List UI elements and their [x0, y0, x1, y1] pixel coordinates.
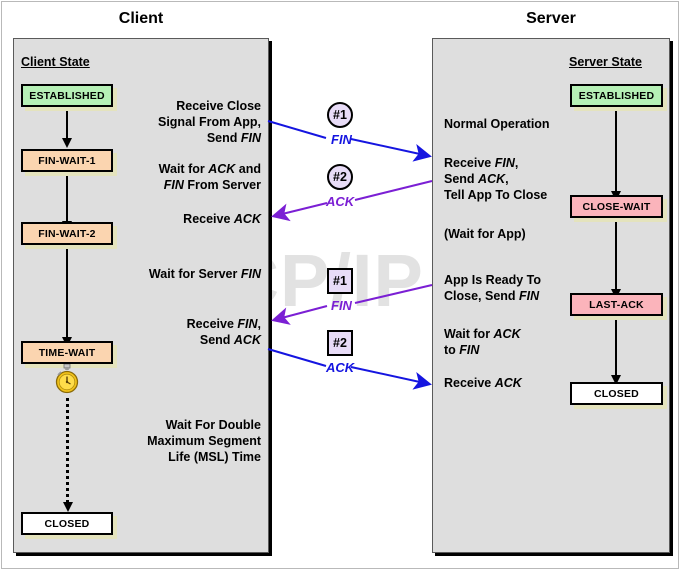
server-column-title: Server	[526, 10, 576, 27]
client-note-wait-msl: Wait For Double Maximum Segment Life (MSL)…	[147, 418, 261, 464]
server-note-wait-for-app: (Wait for App)	[444, 227, 526, 241]
server-note-app-ready-to-close: App Is Ready To Close, Send FIN	[444, 273, 542, 303]
server-note-receive-fin: Receive FIN, Send ACK, Tell App To Close	[444, 156, 548, 202]
message-badge-3: #1	[327, 268, 353, 294]
server-state-heading: Server State	[569, 55, 642, 69]
message-label-4-ack: ACK	[326, 360, 355, 375]
client-note-receive-ack: Receive ACK	[183, 212, 261, 226]
server-state-last-ack: LAST-ACK	[570, 293, 663, 316]
message-badge-4: #2	[327, 330, 353, 356]
client-flow-arrow-2	[62, 175, 72, 231]
tcp-close-diagram: The TCP/IP Guide Client Server Client St…	[0, 0, 682, 572]
client-note-wait-for-ack-fin: Wait for ACK and FIN From Server	[158, 162, 261, 192]
server-state-established: ESTABLISHED	[570, 84, 663, 107]
message-label-1-fin: FIN	[331, 132, 352, 147]
stopwatch-icon	[54, 363, 80, 399]
client-state-heading: Client State	[21, 55, 90, 69]
client-flow-arrow-4	[63, 398, 73, 512]
client-note-receive-fin-send-ack: Receive FIN, Send ACK	[186, 317, 261, 347]
server-flow-arrow-1	[611, 110, 621, 201]
client-state-established: ESTABLISHED	[21, 84, 113, 107]
client-state-fin-wait-2: FIN-WAIT-2	[21, 222, 113, 245]
client-flow-arrow-3	[62, 248, 72, 347]
server-note-normal-operation: Normal Operation	[444, 117, 550, 131]
client-state-closed: CLOSED	[21, 512, 113, 535]
message-badge-2: #2	[327, 164, 353, 190]
client-column-title: Client	[118, 10, 164, 27]
server-state-close-wait: CLOSE-WAIT	[570, 195, 663, 218]
message-label-3-fin: FIN	[331, 298, 352, 313]
server-flow-arrow-3	[611, 319, 621, 385]
message-badge-1: #1	[327, 102, 353, 128]
message-label-2-ack: ACK	[326, 194, 355, 209]
client-note-receive-close-signal: Receive Close Signal From App, Send FIN	[157, 99, 261, 145]
client-state-fin-wait-1: FIN-WAIT-1	[21, 149, 113, 172]
server-note-wait-for-ack-to-fin: Wait for ACK to FIN	[444, 327, 521, 357]
client-state-time-wait: TIME-WAIT	[21, 341, 113, 364]
server-note-receive-ack: Receive ACK	[444, 376, 522, 390]
client-note-wait-for-server-fin: Wait for Server FIN	[148, 267, 261, 281]
client-flow-arrow-1	[62, 110, 72, 148]
server-state-closed: CLOSED	[570, 382, 663, 405]
server-flow-arrow-2	[611, 221, 621, 299]
